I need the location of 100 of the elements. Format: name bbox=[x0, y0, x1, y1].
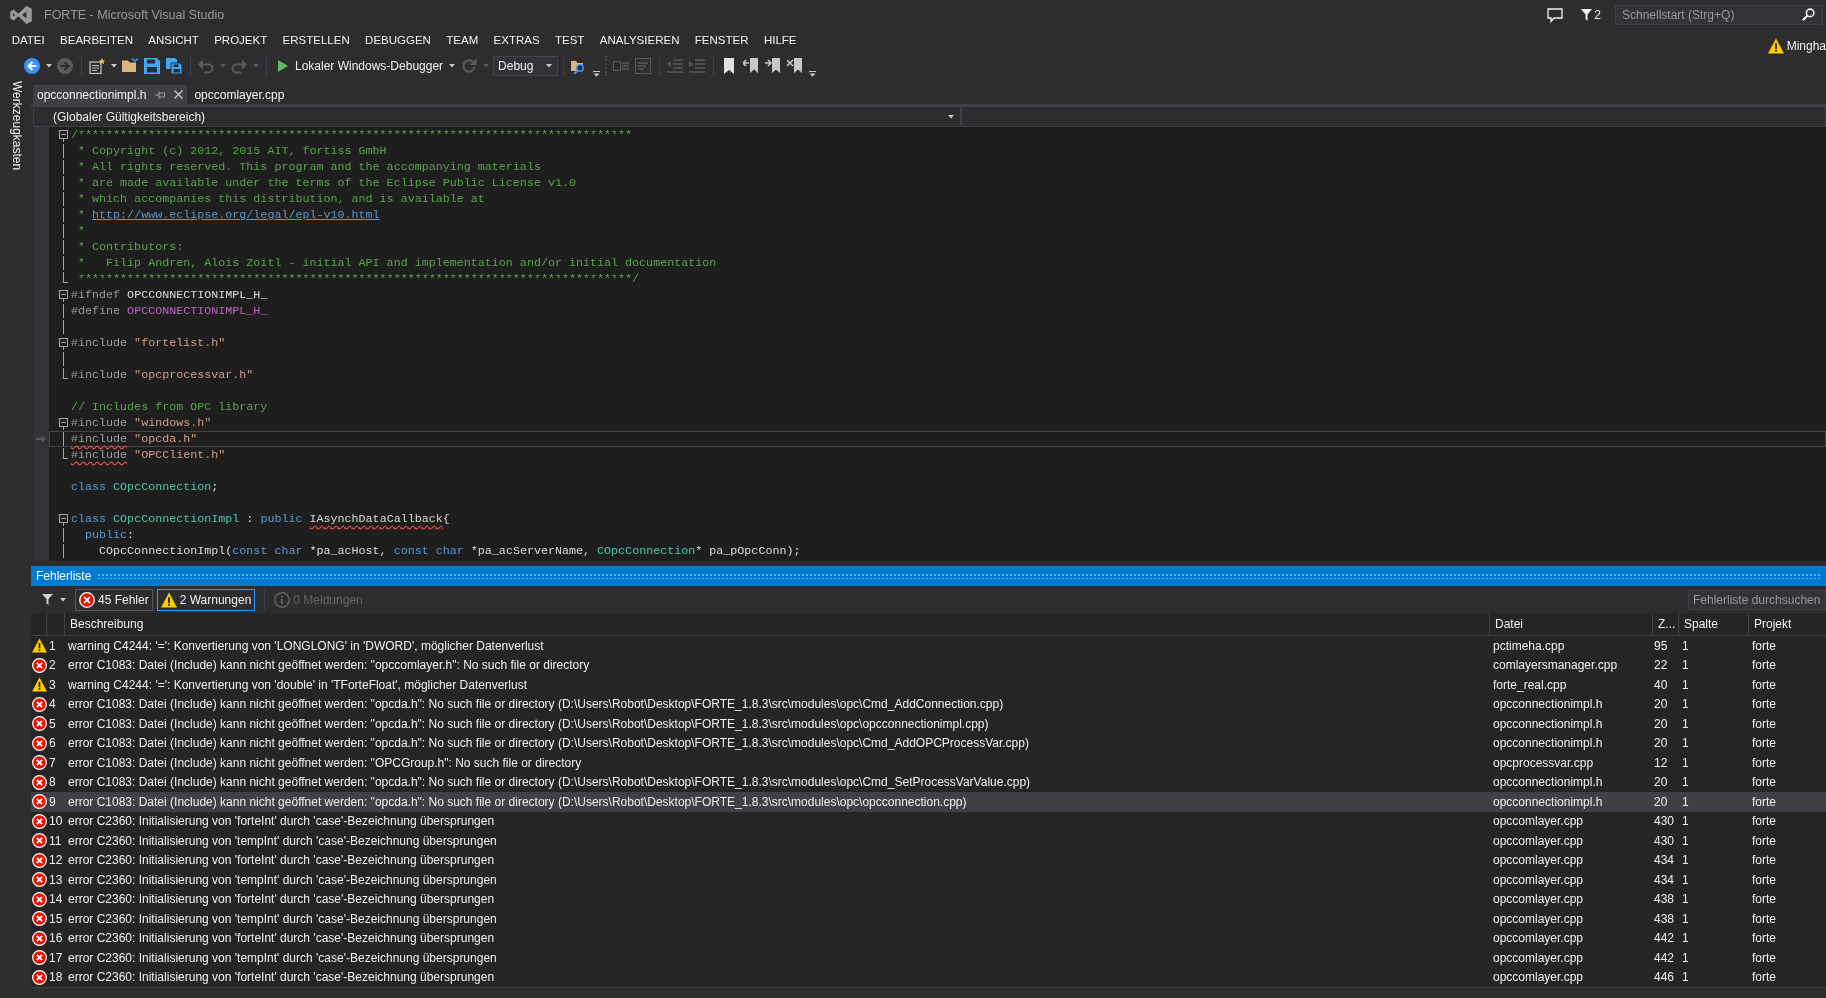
column-number: 1 bbox=[1681, 910, 1690, 928]
save-all-icon[interactable] bbox=[166, 58, 182, 74]
menu-item[interactable]: HILFE bbox=[756, 32, 805, 50]
column-header[interactable]: Datei bbox=[1490, 615, 1523, 633]
menu-item[interactable]: ANSICHT bbox=[140, 32, 207, 50]
warning-icon bbox=[160, 591, 177, 608]
toolbox-tab[interactable]: Werkzeugkasten bbox=[6, 81, 28, 171]
menu-item[interactable]: ERSTELLEN bbox=[274, 32, 358, 50]
column-number: 1 bbox=[1681, 696, 1690, 714]
code-line: * Filip Andren, Alois Zoitl - initial API and implementation and/or initial documentation bbox=[77, 256, 717, 270]
error-icon bbox=[32, 872, 47, 888]
document-tab[interactable]: opccomlayer.cpp bbox=[190, 85, 289, 104]
scope-dropdown[interactable]: (Globaler Gültigkeitsbereich) bbox=[33, 106, 961, 127]
error-icon bbox=[32, 774, 47, 790]
menu-item[interactable]: EXTRAS bbox=[485, 32, 548, 50]
back-arrow-icon[interactable] bbox=[24, 58, 40, 74]
caret-icon[interactable] bbox=[449, 64, 456, 68]
error-icon bbox=[32, 755, 47, 771]
error-icon bbox=[32, 657, 47, 673]
code-line: #include "opcprocessvar.h" bbox=[70, 368, 254, 382]
menu-item[interactable]: DEBUGGEN bbox=[357, 32, 439, 50]
code-line: class COpcConnection; bbox=[70, 480, 219, 494]
column-number: 1 bbox=[1681, 813, 1690, 831]
feedback-icon[interactable] bbox=[1547, 7, 1564, 23]
pin-icon[interactable] bbox=[155, 90, 166, 99]
project-name: forte bbox=[1751, 715, 1777, 733]
code-line: * Copyright (c) 2012, 2015 AIT, fortiss GmbH bbox=[77, 144, 387, 158]
line-number: 438 bbox=[1653, 910, 1676, 928]
row-number: 3 bbox=[48, 676, 57, 694]
menu-item[interactable]: BEARBEITEN bbox=[52, 32, 141, 50]
line-number: 20 bbox=[1653, 735, 1669, 753]
document-tab[interactable]: opcconnectionimpl.h bbox=[33, 85, 188, 104]
error-icon bbox=[32, 833, 47, 849]
collapse-icon[interactable] bbox=[59, 338, 68, 347]
warning-icon bbox=[1767, 38, 1784, 54]
panel-title: Fehlerliste bbox=[36, 568, 92, 585]
line-number: 430 bbox=[1653, 813, 1676, 831]
filter-icon[interactable] bbox=[42, 594, 53, 605]
selected-row[interactable]: 9 error C1083: Datei (Include) kann nicht geöffnet werden: "opcda.h": No such file or directory (D:\Users\Robot\Desktop\FORTE_1.8.3\src\modules\opc\opcconnection.cpp) opcconnectionimpl.h 20 1 forte bbox=[31, 792, 1826, 812]
funnel-icon[interactable] bbox=[1581, 9, 1593, 21]
quick-launch-field[interactable]: Schnellstart (Strg+Q) bbox=[1615, 5, 1823, 25]
code-line: #include "OPCClient.h" bbox=[70, 448, 226, 462]
column-header[interactable]: Spalte bbox=[1679, 615, 1719, 633]
collapse-icon[interactable] bbox=[59, 514, 68, 523]
next-bookmark-icon[interactable] bbox=[765, 58, 782, 74]
column-header[interactable]: Z... bbox=[1653, 615, 1676, 633]
menu-item[interactable]: TEAM bbox=[438, 32, 486, 50]
start-debugging-button[interactable]: Lokaler Windows-Debugger bbox=[271, 55, 447, 77]
error-description: error C1083: Datei (Include) kann nicht geöffnet werden: "opcda.h": No such file or directory (D:\Users\Robot\Desktop\FORTE_1.8.3\src\modules\opc\opcconnection.cpp) bbox=[67, 793, 968, 811]
caret-icon[interactable] bbox=[45, 64, 52, 68]
configuration-dropdown[interactable]: Debug bbox=[493, 56, 559, 76]
search-icon[interactable] bbox=[1802, 8, 1815, 21]
file-name: opccomlayer.cpp bbox=[1492, 813, 1585, 831]
search-field[interactable]: Fehlerliste durchsuchen bbox=[1688, 589, 1826, 610]
error-description: error C1083: Datei (Include) kann nicht geöffnet werden: "OPCGroup.h": No such file or directory bbox=[67, 754, 583, 772]
error-description: error C2360: Initialisierung von 'tempInt' durch 'case'-Bezeichnung übersprungen bbox=[67, 832, 498, 850]
code-line: COpcConnectionImpl(const char *pa_acHost, const char *pa_acServerName, COpcConnection* pa_pOpcConn); bbox=[98, 544, 801, 558]
column-header[interactable]: Projekt bbox=[1749, 615, 1792, 633]
collapse-icon[interactable] bbox=[59, 130, 68, 139]
close-icon[interactable] bbox=[174, 90, 184, 99]
caret-icon[interactable] bbox=[948, 114, 954, 119]
menu-item[interactable]: PROJEKT bbox=[206, 32, 275, 50]
collapse-icon[interactable] bbox=[59, 418, 68, 427]
caret-icon[interactable] bbox=[60, 597, 66, 602]
file-name: comlayersmanager.cpp bbox=[1492, 657, 1619, 675]
error-icon bbox=[32, 950, 47, 966]
project-name: forte bbox=[1751, 910, 1777, 928]
filter-button[interactable]: 2 Warnungen bbox=[156, 588, 256, 611]
menu-item[interactable]: FENSTER bbox=[687, 32, 757, 50]
menu-item[interactable]: ANALYSIEREN bbox=[592, 32, 688, 50]
error-description: error C1083: Datei (Include) kann nicht geöffnet werden: "opcda.h": No such file or directory (D:\Users\Robot\Desktop\FORTE_1.8.3\src\modules\opc\opcconnectionimpl.cpp) bbox=[67, 715, 990, 733]
row-number: 2 bbox=[48, 657, 57, 675]
error-icon bbox=[32, 911, 47, 927]
file-name: opccomlayer.cpp bbox=[1492, 871, 1585, 889]
code-line: * Contributors: bbox=[77, 240, 184, 254]
toolbar-overflow-icon[interactable] bbox=[808, 71, 816, 77]
error-icon bbox=[32, 813, 47, 829]
collapse-icon[interactable] bbox=[59, 290, 68, 299]
filter-button[interactable]: 45 Fehler bbox=[75, 588, 153, 611]
previous-bookmark-icon[interactable] bbox=[743, 58, 760, 74]
clear-bookmarks-icon[interactable] bbox=[787, 58, 804, 74]
caret-icon[interactable] bbox=[546, 64, 553, 68]
menu-item[interactable]: TEST bbox=[547, 32, 593, 50]
error-icon bbox=[32, 891, 47, 907]
user-name[interactable]: Mingha bbox=[1786, 37, 1826, 55]
caret-icon[interactable] bbox=[110, 64, 117, 68]
toolbar-overflow-icon[interactable] bbox=[592, 71, 600, 77]
project-name: forte bbox=[1751, 754, 1777, 772]
new-project-icon[interactable] bbox=[89, 58, 105, 74]
row-number: 7 bbox=[48, 754, 57, 772]
notification-count[interactable]: 2 bbox=[1594, 6, 1601, 24]
project-name: forte bbox=[1751, 657, 1777, 675]
folder-icon[interactable] bbox=[122, 58, 138, 74]
file-name: opccomlayer.cpp bbox=[1492, 910, 1585, 928]
info-icon bbox=[274, 591, 291, 608]
line-number: 442 bbox=[1653, 930, 1676, 948]
menu-item[interactable]: DATEI bbox=[4, 32, 53, 50]
column-header[interactable]: Beschreibung bbox=[65, 615, 144, 633]
code-line: #include "opcda.h" bbox=[70, 432, 198, 446]
column-number: 1 bbox=[1681, 735, 1690, 753]
